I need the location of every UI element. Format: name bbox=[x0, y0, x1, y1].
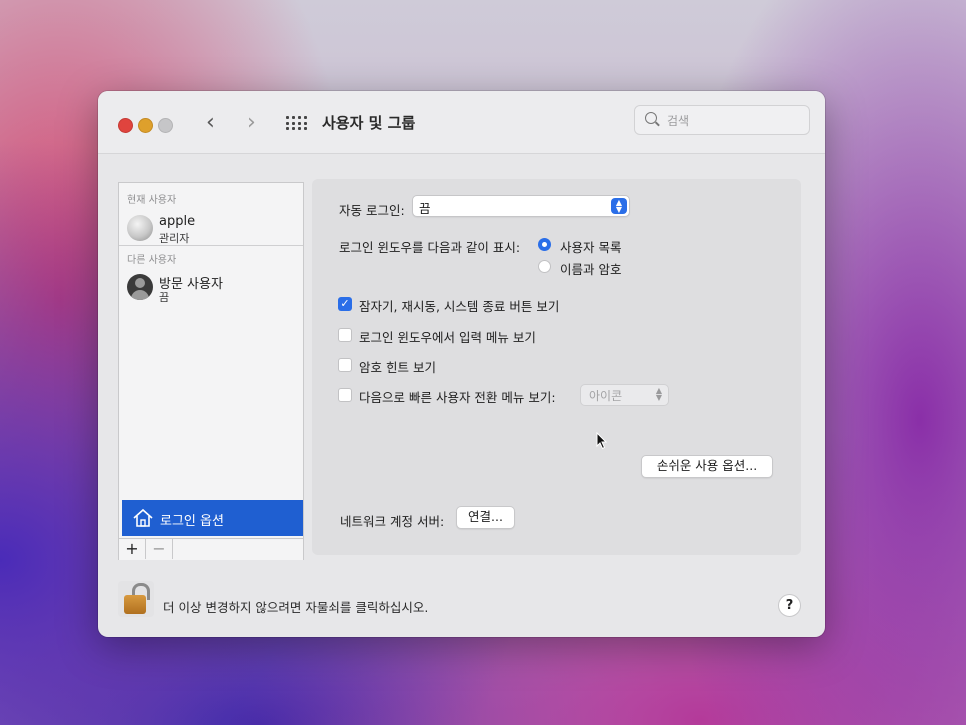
chevron-updown-icon: ▲ ▼ bbox=[611, 198, 627, 214]
checkbox-label[interactable]: 다음으로 빠른 사용자 전환 메뉴 보기: bbox=[359, 387, 556, 406]
golf-ball-avatar bbox=[127, 215, 153, 241]
display-as-label: 로그인 윈도우를 다음과 같이 표시: bbox=[339, 240, 521, 255]
checkbox-fast-user-switching[interactable] bbox=[338, 388, 352, 402]
help-button[interactable]: ? bbox=[778, 594, 801, 617]
current-user-section-label: 현재 사용자 bbox=[127, 195, 177, 206]
show-all-grid-icon[interactable] bbox=[286, 116, 307, 130]
sidebar-item-login-options[interactable]: 로그인 옵션 bbox=[122, 500, 303, 536]
user-role: 관리자 bbox=[159, 232, 190, 245]
lock-button[interactable] bbox=[118, 581, 154, 617]
users-sidebar: 현재 사용자 apple 관리자 다른 사용자 방문 사용자 끔 로그인 옵션 … bbox=[118, 182, 304, 560]
lock-icon bbox=[124, 595, 146, 614]
chevron-updown-icon: ▲ ▼ bbox=[655, 386, 662, 402]
window-title: 사용자 및 그룹 bbox=[322, 114, 416, 132]
radio-name-password[interactable] bbox=[538, 260, 551, 273]
search-icon bbox=[645, 112, 657, 124]
checkbox-show-sleep-restart-shutdown[interactable]: ✓ bbox=[338, 297, 352, 311]
mouse-pointer-icon bbox=[596, 432, 608, 450]
connect-button[interactable]: 연결... bbox=[456, 506, 515, 529]
network-server-label: 네트워크 계정 서버: bbox=[340, 514, 445, 529]
sidebar-divider bbox=[119, 245, 303, 246]
user-role: 끔 bbox=[159, 291, 170, 304]
search-placeholder: 검색 bbox=[667, 114, 690, 128]
checkbox-show-password-hints[interactable] bbox=[338, 358, 352, 372]
radio-name-password-label[interactable]: 이름과 암호 bbox=[560, 259, 621, 278]
checkbox-label[interactable]: 잠자기, 재시동, 시스템 종료 버튼 보기 bbox=[359, 296, 559, 315]
search-field[interactable]: 검색 bbox=[634, 105, 810, 135]
fast-switch-style-popup: 아이콘 ▲ ▼ bbox=[580, 384, 669, 406]
close-button[interactable] bbox=[118, 118, 133, 133]
house-icon bbox=[133, 508, 153, 527]
forward-icon[interactable]: › bbox=[247, 111, 256, 135]
accessibility-options-button[interactable]: 손쉬운 사용 옵션... bbox=[641, 455, 773, 478]
remove-user-button[interactable]: − bbox=[146, 539, 173, 559]
radio-user-list[interactable] bbox=[538, 238, 551, 251]
sidebar-item-label: 로그인 옵션 bbox=[160, 514, 224, 529]
checkbox-label[interactable]: 로그인 윈도우에서 입력 메뉴 보기 bbox=[359, 327, 536, 346]
lock-status-text: 더 이상 변경하지 않으려면 자물쇠를 클릭하십시오. bbox=[163, 600, 429, 615]
fast-switch-style-value: 아이콘 bbox=[589, 389, 623, 403]
zoom-button[interactable] bbox=[158, 118, 173, 133]
add-remove-bar: + − bbox=[119, 538, 303, 560]
auto-login-value: 끔 bbox=[419, 201, 431, 216]
title-bar: ‹ › 사용자 및 그룹 검색 bbox=[98, 91, 825, 154]
other-users-section-label: 다른 사용자 bbox=[127, 255, 177, 266]
checkbox-label[interactable]: 암호 힌트 보기 bbox=[359, 357, 436, 376]
checkbox-show-input-menu[interactable] bbox=[338, 328, 352, 342]
preferences-window: ‹ › 사용자 및 그룹 검색 현재 사용자 apple 관리자 다른 사용자 … bbox=[98, 91, 825, 637]
minimize-button[interactable] bbox=[138, 118, 153, 133]
back-icon[interactable]: ‹ bbox=[206, 111, 215, 135]
add-user-button[interactable]: + bbox=[119, 539, 146, 559]
user-name: apple bbox=[159, 214, 196, 229]
guest-avatar bbox=[127, 274, 153, 300]
auto-login-popup[interactable]: 끔 ▲ ▼ bbox=[412, 195, 630, 217]
auto-login-label: 자동 로그인: bbox=[339, 203, 405, 218]
radio-user-list-label[interactable]: 사용자 목록 bbox=[560, 237, 621, 256]
